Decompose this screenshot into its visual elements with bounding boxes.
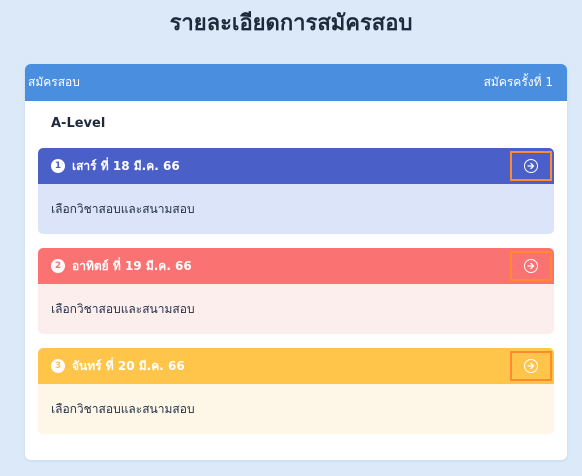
select-subject-venue-text: เลือกวิชาสอบและสนามสอบ bbox=[51, 401, 195, 416]
exam-date-label: อาทิตย์ ที่ 19 มี.ค. 66 bbox=[72, 258, 192, 273]
open-day-3-button[interactable] bbox=[510, 351, 552, 381]
select-subject-venue-text: เลือกวิชาสอบและสนามสอบ bbox=[51, 201, 195, 216]
exam-date-label: จันทร์ ที่ 20 มี.ค. 66 bbox=[72, 358, 185, 373]
exam-date-label: เสาร์ ที่ 18 มี.ค. 66 bbox=[72, 158, 180, 173]
exam-day-3: 3 จันทร์ ที่ 20 มี.ค. 66 เลือกวิชาสอบและ… bbox=[38, 348, 554, 434]
card-header: สมัครสอบ สมัครครั้งที่ 1 bbox=[25, 64, 567, 101]
exam-day-header: 3 จันทร์ ที่ 20 มี.ค. 66 bbox=[38, 348, 554, 384]
open-day-1-button[interactable] bbox=[510, 151, 552, 181]
arrow-right-circle-icon bbox=[524, 159, 538, 173]
card-header-title: สมัครสอบ bbox=[28, 75, 80, 89]
day-number-badge: 1 bbox=[51, 159, 65, 173]
select-subject-venue-text: เลือกวิชาสอบและสนามสอบ bbox=[51, 301, 195, 316]
exam-registration-card: สมัครสอบ สมัครครั้งที่ 1 A-Level 1 เสาร์… bbox=[25, 64, 567, 460]
arrow-right-circle-icon bbox=[524, 359, 538, 373]
open-day-2-button[interactable] bbox=[510, 251, 552, 281]
exam-day-header: 2 อาทิตย์ ที่ 19 มี.ค. 66 bbox=[38, 248, 554, 284]
exam-day-header: 1 เสาร์ ที่ 18 มี.ค. 66 bbox=[38, 148, 554, 184]
exam-day-1: 1 เสาร์ ที่ 18 มี.ค. 66 เลือกวิชาสอบและส… bbox=[38, 148, 554, 234]
exam-day-body: เลือกวิชาสอบและสนามสอบ bbox=[38, 384, 554, 434]
registration-round-label: สมัครครั้งที่ 1 bbox=[483, 75, 553, 89]
day-number-badge: 3 bbox=[51, 359, 65, 373]
exam-day-body: เลือกวิชาสอบและสนามสอบ bbox=[38, 284, 554, 334]
page-title: รายละเอียดการสมัครสอบ bbox=[169, 11, 413, 36]
exam-type-title: A-Level bbox=[51, 116, 106, 131]
arrow-right-circle-icon bbox=[524, 259, 538, 273]
exam-day-body: เลือกวิชาสอบและสนามสอบ bbox=[38, 184, 554, 234]
exam-day-2: 2 อาทิตย์ ที่ 19 มี.ค. 66 เลือกวิชาสอบแล… bbox=[38, 248, 554, 334]
day-number-badge: 2 bbox=[51, 259, 65, 273]
